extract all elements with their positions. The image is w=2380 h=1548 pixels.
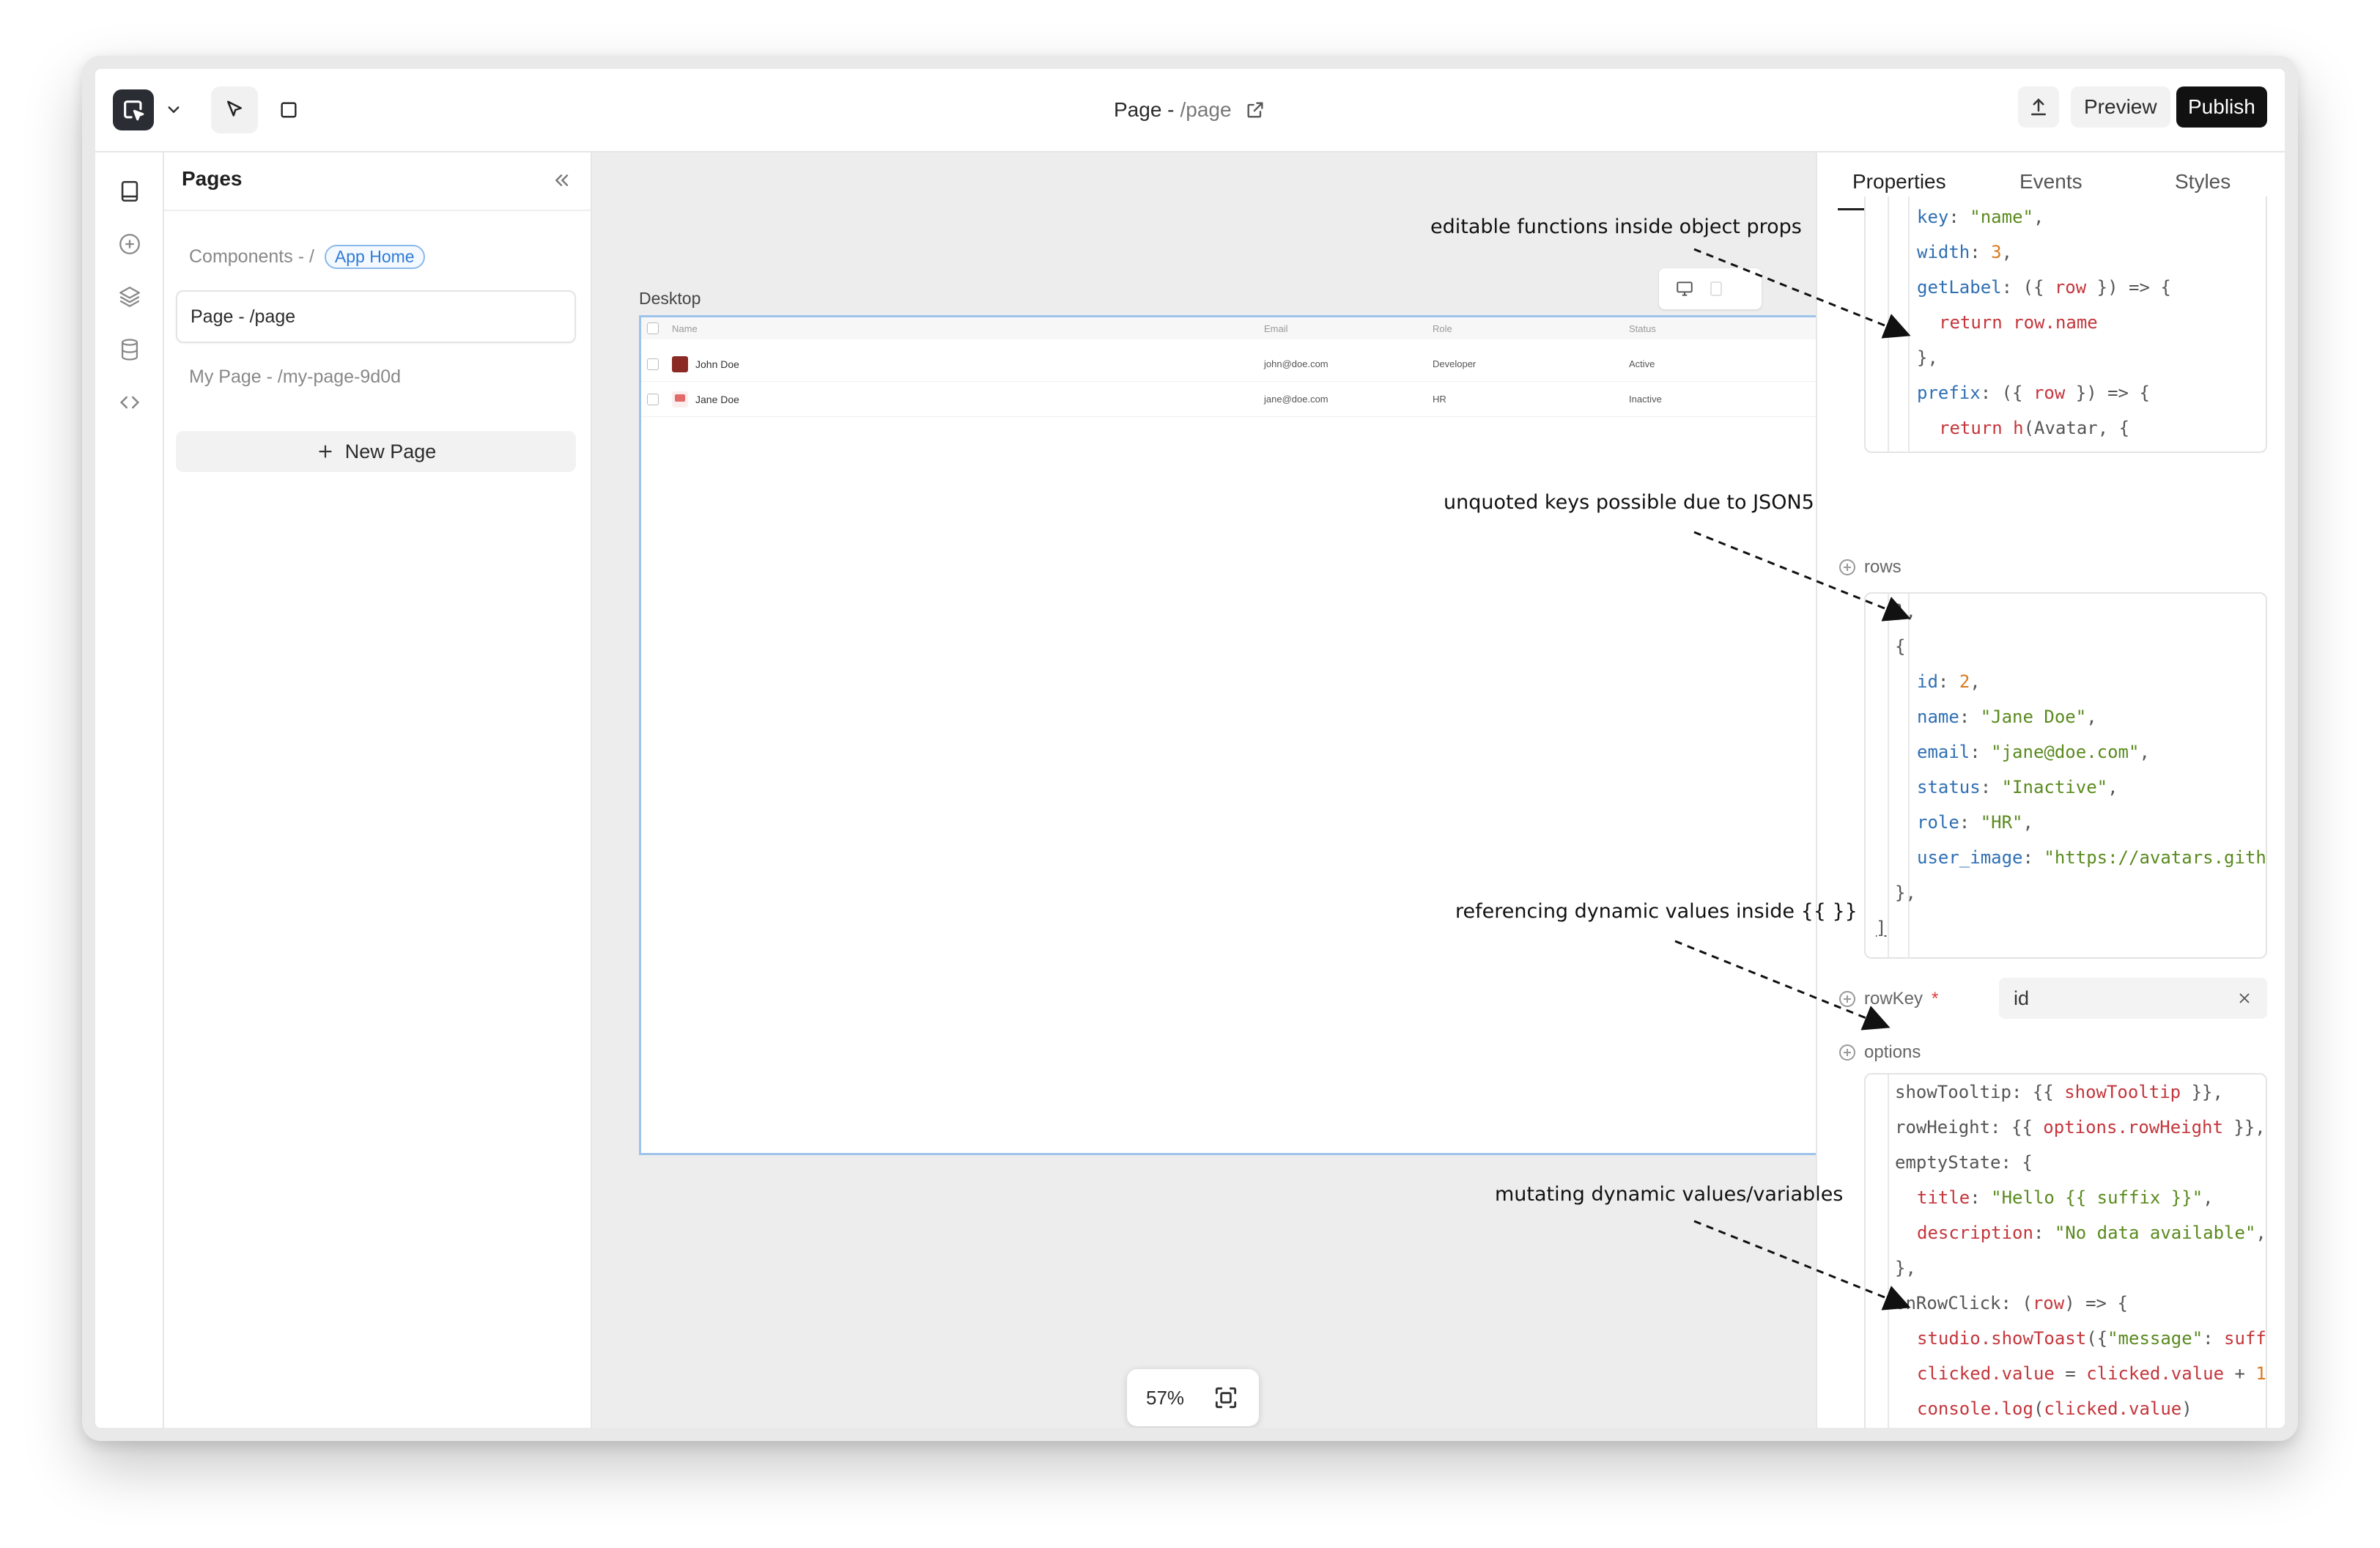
columns-editor[interactable]: key: "name", width: 3, getLabel: ({ row … — [1864, 196, 2267, 453]
page-item-label: Components - / — [189, 246, 314, 267]
rowkey-prop-label: rowKey * — [1839, 989, 1938, 1009]
desktop-frame[interactable]: Name Email Role Status John Doe john@doe… — [639, 315, 1816, 1155]
rail-pages-button[interactable] — [113, 174, 147, 208]
collapse-panel-icon[interactable] — [550, 169, 573, 192]
required-marker: * — [1932, 989, 1939, 1009]
upload-icon — [2031, 98, 2046, 116]
pages-panel: Pages Components - / App Home Page - /pa… — [164, 152, 592, 1428]
indent-guide — [1888, 196, 1889, 452]
canvas[interactable]: Desktop Name Email Role Status John Doe … — [592, 152, 1816, 1428]
add-prop-icon[interactable] — [1839, 1044, 1855, 1061]
monitor-icon[interactable] — [1675, 279, 1694, 298]
column-header-status: Status — [1629, 322, 1656, 334]
page-title: Page - /page — [1114, 95, 1265, 125]
add-prop-icon[interactable] — [1839, 559, 1855, 575]
preview-button[interactable]: Preview — [2071, 86, 2170, 128]
fit-screen-icon[interactable] — [1212, 1384, 1240, 1412]
rowkey-input[interactable]: id — [1999, 978, 2267, 1019]
square-icon — [281, 102, 297, 118]
options-prop-label: options — [1839, 1042, 1921, 1063]
publish-button[interactable]: Publish — [2176, 86, 2267, 128]
avatar — [672, 355, 688, 372]
app-logo-icon — [124, 100, 144, 121]
select-all-checkbox[interactable] — [647, 322, 659, 334]
table-row[interactable]: John Doe john@doe.com Developer Active — [641, 347, 1816, 382]
annotation-json5: unquoted keys possible due to JSON5 — [1444, 491, 1814, 514]
indent-guide — [1888, 594, 1889, 957]
left-rail — [95, 152, 164, 1428]
row-role: Developer — [1433, 358, 1477, 369]
column-header-role: Role — [1433, 322, 1452, 334]
select-tool-button[interactable] — [211, 86, 258, 133]
book-icon — [121, 180, 138, 202]
page-item-components[interactable]: Components - / App Home — [176, 230, 576, 283]
page-title-name: Page - — [1114, 98, 1175, 121]
options-label: options — [1864, 1042, 1921, 1062]
device-toggle[interactable] — [1659, 268, 1762, 309]
rows-editor[interactable]: }, { id: 2, name: "Jane Doe", email: "ja… — [1864, 592, 2267, 959]
rows-label: rows — [1864, 557, 1902, 577]
new-page-button[interactable]: New Page — [176, 431, 576, 472]
zoom-control[interactable]: 57% — [1127, 1369, 1259, 1426]
row-name: Jane Doe — [695, 393, 739, 405]
tab-properties[interactable]: Properties — [1852, 170, 1946, 194]
chevron-down-icon[interactable] — [163, 98, 185, 120]
tab-events[interactable]: Events — [2019, 170, 2082, 194]
page-item-page[interactable]: Page - /page — [176, 290, 576, 343]
plus-icon — [319, 445, 332, 458]
clear-icon[interactable] — [2236, 990, 2252, 1006]
column-header-email: Email — [1264, 322, 1288, 334]
rail-layers-button[interactable] — [113, 280, 147, 314]
indent-guide — [1908, 196, 1910, 452]
avatar — [672, 391, 688, 408]
rail-add-button[interactable] — [113, 227, 147, 261]
app-logo-button[interactable] — [113, 89, 154, 130]
app-home-badge: App Home — [324, 244, 425, 269]
annotation-mutating: mutating dynamic values/variables — [1495, 1183, 1844, 1206]
app-window: Page - /page Preview Publish Pages Compo… — [82, 56, 2298, 1441]
options-editor[interactable]: showTooltip: {{ showTooltip }}, rowHeigh… — [1864, 1073, 2267, 1428]
page-item-label: My Page - /my-page-9d0d — [189, 366, 402, 387]
rowkey-label: rowKey — [1864, 989, 1923, 1009]
frame-tool-button[interactable] — [265, 86, 312, 133]
external-link-icon[interactable] — [1245, 100, 1265, 120]
rowkey-value: id — [2014, 987, 2030, 1009]
page-item-label: Page - /page — [191, 306, 296, 327]
add-prop-icon[interactable] — [1839, 991, 1855, 1007]
layers-icon — [119, 287, 140, 307]
row-status: Inactive — [1629, 394, 1662, 405]
rail-code-button[interactable] — [113, 386, 147, 419]
code-icon — [119, 396, 140, 409]
row-email: jane@doe.com — [1264, 394, 1328, 405]
database-icon — [121, 339, 138, 361]
top-bar: Page - /page Preview Publish — [95, 69, 2285, 152]
pages-title: Pages — [182, 167, 243, 190]
tab-styles[interactable]: Styles — [2175, 170, 2231, 194]
device-label: Desktop — [639, 289, 701, 308]
page-title-path: /page — [1180, 98, 1232, 121]
table-header: Name Email Role Status — [641, 317, 1816, 339]
annotation-functions: editable functions inside object props — [1430, 215, 1802, 238]
indent-guide — [1888, 1075, 1889, 1428]
rows-prop-label: rows — [1839, 557, 1902, 578]
column-header-name: Name — [672, 322, 698, 334]
export-button[interactable] — [2018, 86, 2059, 128]
tablet-icon[interactable] — [1707, 279, 1725, 298]
cursor-icon — [227, 100, 242, 117]
plus-circle-icon — [119, 234, 140, 254]
zoom-level: 57% — [1146, 1386, 1185, 1409]
row-checkbox[interactable] — [647, 358, 659, 370]
new-page-label: New Page — [344, 440, 437, 462]
row-checkbox[interactable] — [647, 393, 659, 405]
annotation-dynamic-values: referencing dynamic values inside {{ }} — [1455, 900, 1858, 923]
row-name: John Doe — [695, 358, 739, 370]
table-row[interactable]: Jane Doe jane@doe.com HR Inactive — [641, 382, 1816, 417]
page-item-my-page[interactable]: My Page - /my-page-9d0d — [176, 350, 576, 403]
properties-panel: Properties Events Styles key: "name", wi… — [1816, 152, 2285, 1428]
row-role: HR — [1433, 394, 1446, 405]
pages-header: Pages — [164, 152, 591, 211]
row-email: john@doe.com — [1264, 358, 1328, 369]
rail-data-button[interactable] — [113, 333, 147, 366]
row-status: Active — [1629, 358, 1655, 369]
